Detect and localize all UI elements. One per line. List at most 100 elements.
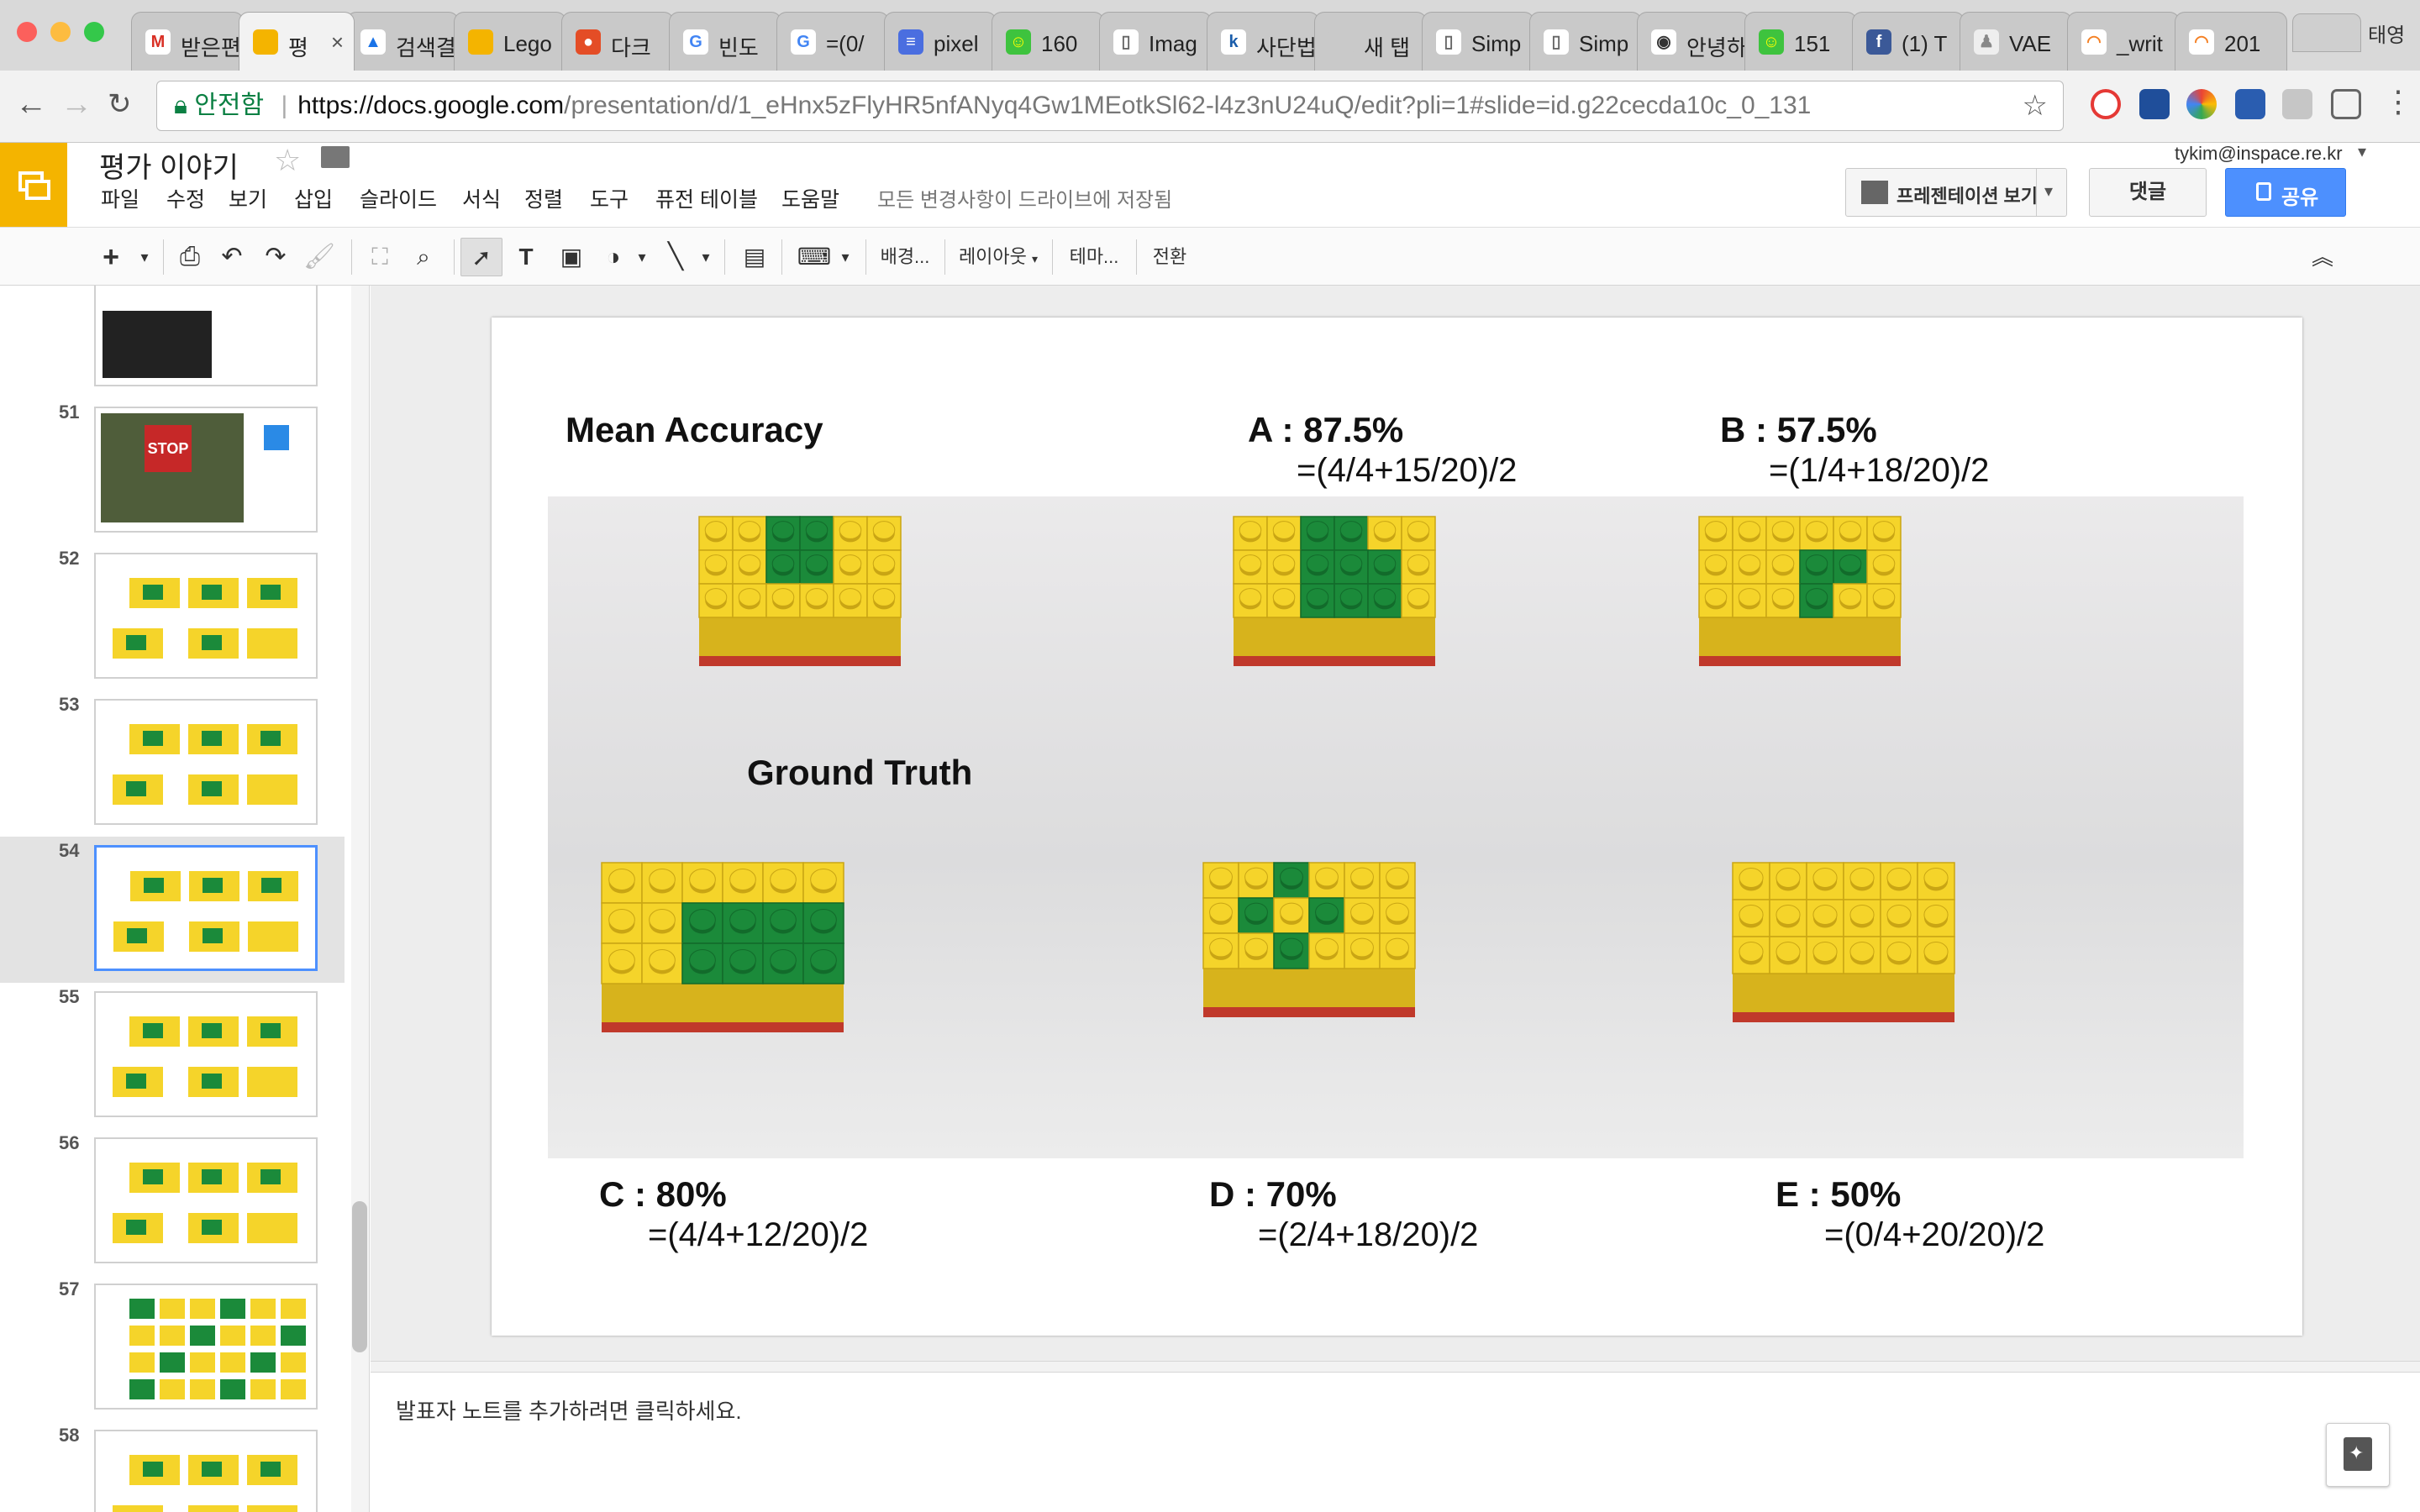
browser-tab[interactable]: ☺ 151 <box>1744 12 1857 71</box>
browser-tab[interactable]: G =(0/ <box>776 12 889 71</box>
slide-thumbnail-row[interactable]: 51 STOP <box>0 398 345 544</box>
speaker-notes-panel[interactable]: 발표자 노트를 추가하려면 클릭하세요. <box>371 1373 2420 1512</box>
score-a-formula[interactable]: =(4/4+15/20)/2 <box>1297 452 1517 490</box>
window-minimize-button[interactable] <box>50 22 71 42</box>
user-email[interactable]: tykim@inspace.re.kr <box>2175 143 2343 165</box>
menu-item[interactable]: 퓨전 테이블 <box>655 183 758 213</box>
new-tab-button[interactable] <box>2292 13 2361 52</box>
browser-tab[interactable]: ◠ 201 <box>2175 12 2287 71</box>
score-a-label[interactable]: A : 87.5% <box>1248 410 1403 450</box>
browser-tab[interactable]: ▲ 검색결 <box>346 12 459 71</box>
new-slide-dropdown-icon[interactable]: ▾ <box>134 238 155 276</box>
browser-tab[interactable]: 새 탭 <box>1314 12 1427 71</box>
extension-play-icon[interactable] <box>2091 89 2121 119</box>
browser-tab[interactable]: ● 다크 <box>561 12 674 71</box>
score-b-label[interactable]: B : 57.5% <box>1720 410 1877 450</box>
share-button[interactable]: 공유 <box>2225 168 2346 217</box>
menu-item[interactable]: 도구 <box>590 183 629 213</box>
theme-button[interactable]: 테마... <box>1060 238 1128 276</box>
browser-tab[interactable]: ▯ Imag <box>1099 12 1212 71</box>
print-icon[interactable]: ⎙ <box>173 238 207 276</box>
layout-button[interactable]: 레이아웃 ▾ <box>953 238 1044 276</box>
slide-thumbnail-row[interactable]: 52 <box>0 544 345 690</box>
new-slide-plus-icon[interactable]: + <box>94 238 128 276</box>
browser-tab[interactable]: f (1) T <box>1852 12 1965 71</box>
zoom-icon[interactable]: ⌕ <box>407 238 440 276</box>
extension-color-icon[interactable] <box>2186 89 2217 119</box>
comments-button[interactable]: 댓글 <box>2089 168 2207 217</box>
zoom-fit-icon[interactable]: ⛶ <box>363 238 397 276</box>
slide-thumbnail[interactable] <box>94 1430 318 1512</box>
slide-thumbnail[interactable]: STOP <box>94 407 318 533</box>
menu-item[interactable]: 슬라이드 <box>360 183 437 213</box>
score-e-label[interactable]: E : 50% <box>1776 1174 1901 1215</box>
cast-icon[interactable] <box>2331 89 2361 119</box>
score-d-formula[interactable]: =(2/4+18/20)/2 <box>1258 1216 1478 1254</box>
menu-item[interactable]: 보기 <box>229 183 267 213</box>
doc-title[interactable]: 평가 이야기 <box>99 144 239 186</box>
browser-tab[interactable]: Lego <box>454 12 566 71</box>
slide-thumbnail-row[interactable]: 57 <box>0 1275 345 1421</box>
slides-logo-icon[interactable] <box>0 143 67 227</box>
score-e-formula[interactable]: =(0/4+20/20)/2 <box>1824 1216 2044 1254</box>
browser-tab[interactable]: ▯ Simp <box>1529 12 1642 71</box>
collapse-menus-icon[interactable]: ︽ <box>2306 238 2339 276</box>
score-c-formula[interactable]: =(4/4+12/20)/2 <box>648 1216 868 1254</box>
background-button[interactable]: 배경... <box>874 238 936 276</box>
redo-icon[interactable]: ↷ <box>259 238 292 276</box>
browser-tab[interactable]: ☺ 160 <box>992 12 1104 71</box>
back-arrow-icon[interactable]: ← <box>15 87 47 121</box>
chevron-down-icon[interactable]: ▾ <box>2358 141 2366 162</box>
window-close-button[interactable] <box>17 22 37 42</box>
slide-thumbnail[interactable] <box>94 1137 318 1263</box>
extension-bookmark-icon[interactable] <box>2235 89 2265 119</box>
image-icon[interactable]: ▣ <box>555 238 588 276</box>
browser-tab[interactable]: 평 × <box>239 12 355 71</box>
reload-icon[interactable]: ↻ <box>108 87 132 121</box>
paint-format-icon[interactable]: 🖌︎ <box>302 238 336 276</box>
notes-resize-handle[interactable] <box>371 1361 2420 1373</box>
extension-t-icon[interactable] <box>2282 89 2312 119</box>
browser-tab[interactable]: ◠ _writ <box>2067 12 2180 71</box>
menu-item[interactable]: 도움말 <box>781 183 839 213</box>
slide-thumbnail[interactable] <box>94 991 318 1117</box>
menu-item[interactable]: 정렬 <box>524 183 563 213</box>
browser-tab[interactable]: k 사단법 <box>1207 12 1319 71</box>
url-input[interactable]: 🔒︎ 안전함 | https://docs.google.com/presenta… <box>156 81 2064 131</box>
slide-thumbnail-row[interactable] <box>0 286 345 398</box>
ground-truth-label[interactable]: Ground Truth <box>747 753 972 793</box>
slide-thumbnail-row[interactable]: 58 <box>0 1421 345 1512</box>
slide-thumbnail[interactable] <box>94 845 318 971</box>
line-icon[interactable]: ╲ <box>659 238 692 276</box>
slide-thumbnail[interactable] <box>94 553 318 679</box>
browser-tab[interactable]: ♟ VAE <box>1960 12 2072 71</box>
input-tools-dropdown-icon[interactable]: ▾ <box>835 238 855 276</box>
slide-54[interactable]: Mean Accuracy A : 87.5% =(4/4+15/20)/2 B… <box>492 318 2302 1336</box>
filmstrip-scroll-thumb[interactable] <box>352 1201 367 1352</box>
keyboard-icon[interactable]: ⌨ <box>793 238 835 276</box>
slide-thumbnail[interactable] <box>94 286 318 386</box>
close-tab-icon[interactable]: × <box>331 29 344 55</box>
window-zoom-button[interactable] <box>84 22 104 42</box>
menu-item[interactable]: 삽입 <box>294 183 333 213</box>
slide-thumbnail[interactable] <box>94 699 318 825</box>
explore-button[interactable]: ✦ <box>2326 1423 2390 1487</box>
slide-thumbnail[interactable] <box>94 1284 318 1410</box>
comment-add-icon[interactable]: ▤ <box>738 238 771 276</box>
text-box-icon[interactable]: T <box>509 238 543 276</box>
slide-thumbnail-row[interactable]: 56 <box>0 1129 345 1275</box>
present-dropdown-icon[interactable]: ▾ <box>2044 181 2053 202</box>
lego-photo[interactable] <box>548 496 2244 1158</box>
slide-thumbnail-row[interactable]: 55 <box>0 983 345 1129</box>
line-dropdown-icon[interactable]: ▾ <box>696 238 716 276</box>
score-c-label[interactable]: C : 80% <box>599 1174 727 1215</box>
browser-tab[interactable]: ◉ 안녕하 <box>1637 12 1749 71</box>
shape-dropdown-icon[interactable]: ▾ <box>632 238 652 276</box>
forward-arrow-icon[interactable]: → <box>60 87 92 121</box>
menu-item[interactable]: 파일 <box>101 183 139 213</box>
bookmark-star-icon[interactable]: ☆ <box>2023 81 2048 130</box>
slide-thumbnail-row[interactable]: 54 <box>0 837 345 983</box>
browser-tab[interactable]: G 빈도 <box>669 12 781 71</box>
slide-title[interactable]: Mean Accuracy <box>566 410 823 450</box>
extension-translate-icon[interactable] <box>2139 89 2170 119</box>
